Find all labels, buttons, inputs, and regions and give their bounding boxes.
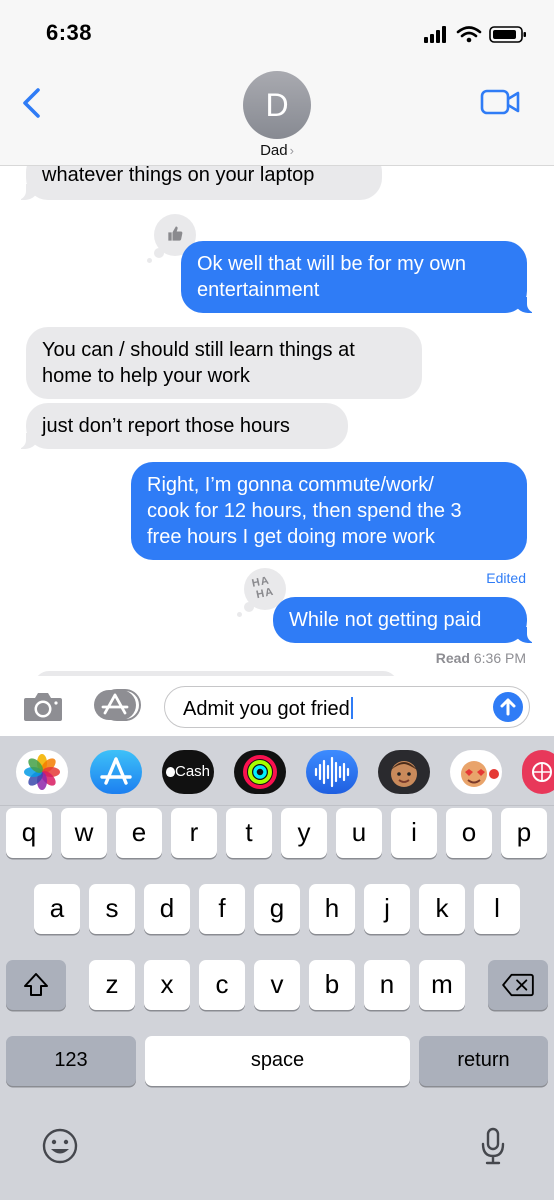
photos-app-icon[interactable] xyxy=(16,750,68,794)
cash-label: Cash xyxy=(174,763,211,780)
return-key[interactable]: return xyxy=(419,1036,548,1086)
message-bubble-outgoing[interactable]: Ok well that will be for my own entertai… xyxy=(181,241,537,313)
message-bubble-incoming[interactable]: You can / should still learn things at h… xyxy=(26,327,422,399)
read-label: Read xyxy=(435,650,470,666)
emoji-icon[interactable] xyxy=(40,1126,80,1166)
read-time: 6:36 PM xyxy=(473,650,526,666)
key-g[interactable]: g xyxy=(254,884,300,934)
message-input[interactable]: Admit you got fried xyxy=(164,686,530,728)
message-line: Right, I’m gonna commute/work/ xyxy=(147,474,434,496)
message-input-text: Admit you got fried xyxy=(183,697,353,721)
thumbs-up-icon xyxy=(168,226,183,241)
chevron-left-icon[interactable] xyxy=(18,86,48,120)
key-n[interactable]: n xyxy=(364,960,410,1010)
activity-app-icon[interactable] xyxy=(234,750,286,794)
key-f[interactable]: f xyxy=(199,884,245,934)
message-bubble-incoming[interactable]: just don’t report those hours xyxy=(16,403,348,449)
imessage-apps-bar: Cash xyxy=(0,736,554,806)
message-line: cook for 12 hours, then spend the 3 xyxy=(147,500,462,522)
keyboard: Cash q w e r t y u i o p a s d f g h j k… xyxy=(0,736,554,1200)
contact-name-label: Dad xyxy=(260,142,288,159)
key-b[interactable]: b xyxy=(309,960,355,1010)
audio-message-app-icon[interactable] xyxy=(306,750,358,794)
send-arrow-icon[interactable] xyxy=(493,692,523,722)
shift-arrow-icon xyxy=(24,973,48,996)
shift-key[interactable] xyxy=(6,960,66,1010)
memoji-stickers-app-icon[interactable] xyxy=(450,750,502,794)
message-bubble-outgoing[interactable]: Right, I’m gonna commute/work/ cook for … xyxy=(131,462,527,560)
cellular-signal-icon xyxy=(424,26,446,43)
avatar[interactable]: D xyxy=(243,71,311,139)
message-text: whatever things on your laptop xyxy=(42,166,315,186)
photos-flower-icon xyxy=(24,754,60,790)
video-camera-icon[interactable] xyxy=(480,88,520,116)
globe-icon xyxy=(532,762,552,782)
key-h[interactable]: h xyxy=(309,884,355,934)
message-bubble-incoming[interactable]: whatever things on your laptop xyxy=(16,166,382,200)
key-l[interactable]: l xyxy=(474,884,520,934)
text-cursor xyxy=(350,697,353,719)
conversation-header: 6:38 D Dad › xyxy=(0,0,554,166)
key-m[interactable]: m xyxy=(419,960,465,1010)
apple-cash-app-icon[interactable]: Cash xyxy=(162,750,214,794)
composer-bar: Admit you got fried xyxy=(0,676,554,736)
key-z[interactable]: z xyxy=(89,960,135,1010)
key-c[interactable]: c xyxy=(199,960,245,1010)
key-i[interactable]: i xyxy=(391,808,437,858)
chevron-right-icon: › xyxy=(289,143,294,158)
web-app-icon[interactable] xyxy=(522,750,554,794)
memoji-face-icon xyxy=(391,761,417,787)
key-w[interactable]: w xyxy=(61,808,107,858)
message-line: You can / should still learn things at xyxy=(42,339,355,361)
key-o[interactable]: o xyxy=(446,808,492,858)
message-thread[interactable]: whatever things on your laptop Ok well t… xyxy=(0,166,554,676)
key-k[interactable]: k xyxy=(419,884,465,934)
key-a[interactable]: a xyxy=(34,884,80,934)
key-e[interactable]: e xyxy=(116,808,162,858)
message-bubble-outgoing[interactable]: While not getting paid xyxy=(273,597,537,643)
message-line: entertainment xyxy=(197,279,320,301)
status-time: 6:38 xyxy=(46,20,93,45)
key-q[interactable]: q xyxy=(6,808,52,858)
delete-key[interactable] xyxy=(488,960,548,1010)
message-line: free hours I get doing more work xyxy=(147,526,435,548)
edited-label[interactable]: Edited xyxy=(486,570,526,586)
waveform-icon xyxy=(314,756,350,788)
microphone-icon[interactable] xyxy=(478,1126,508,1166)
app-store-icon[interactable] xyxy=(93,689,143,721)
contact-name[interactable]: Dad › xyxy=(0,142,554,159)
key-j[interactable]: j xyxy=(364,884,410,934)
key-x[interactable]: x xyxy=(144,960,190,1010)
key-t[interactable]: t xyxy=(226,808,272,858)
camera-icon[interactable] xyxy=(22,689,64,723)
memoji-sticker-icon xyxy=(461,761,499,787)
key-u[interactable]: u xyxy=(336,808,382,858)
numbers-key[interactable]: 123 xyxy=(6,1036,136,1086)
app-store-app-icon[interactable] xyxy=(90,750,142,794)
read-receipt: Read 6:36 PM xyxy=(436,650,526,666)
key-y[interactable]: y xyxy=(281,808,327,858)
key-v[interactable]: v xyxy=(254,960,300,1010)
message-text: just don’t report those hours xyxy=(42,415,290,437)
battery-icon xyxy=(489,26,526,43)
memoji-app-icon[interactable] xyxy=(378,750,430,794)
app-store-a-icon xyxy=(100,757,132,785)
status-icons xyxy=(424,26,526,43)
key-s[interactable]: s xyxy=(89,884,135,934)
apple-logo-icon xyxy=(165,767,175,777)
message-text: While not getting paid xyxy=(289,609,482,631)
message-line: home to help your work xyxy=(42,365,250,387)
activity-rings-icon xyxy=(243,755,277,789)
haha-icon: HA HA xyxy=(250,574,276,602)
key-r[interactable]: r xyxy=(171,808,217,858)
wifi-icon xyxy=(456,26,482,38)
backspace-icon xyxy=(502,973,534,997)
key-d[interactable]: d xyxy=(144,884,190,934)
message-line: Ok well that will be for my own xyxy=(197,253,466,275)
key-p[interactable]: p xyxy=(501,808,547,858)
space-key[interactable]: space xyxy=(145,1036,410,1086)
